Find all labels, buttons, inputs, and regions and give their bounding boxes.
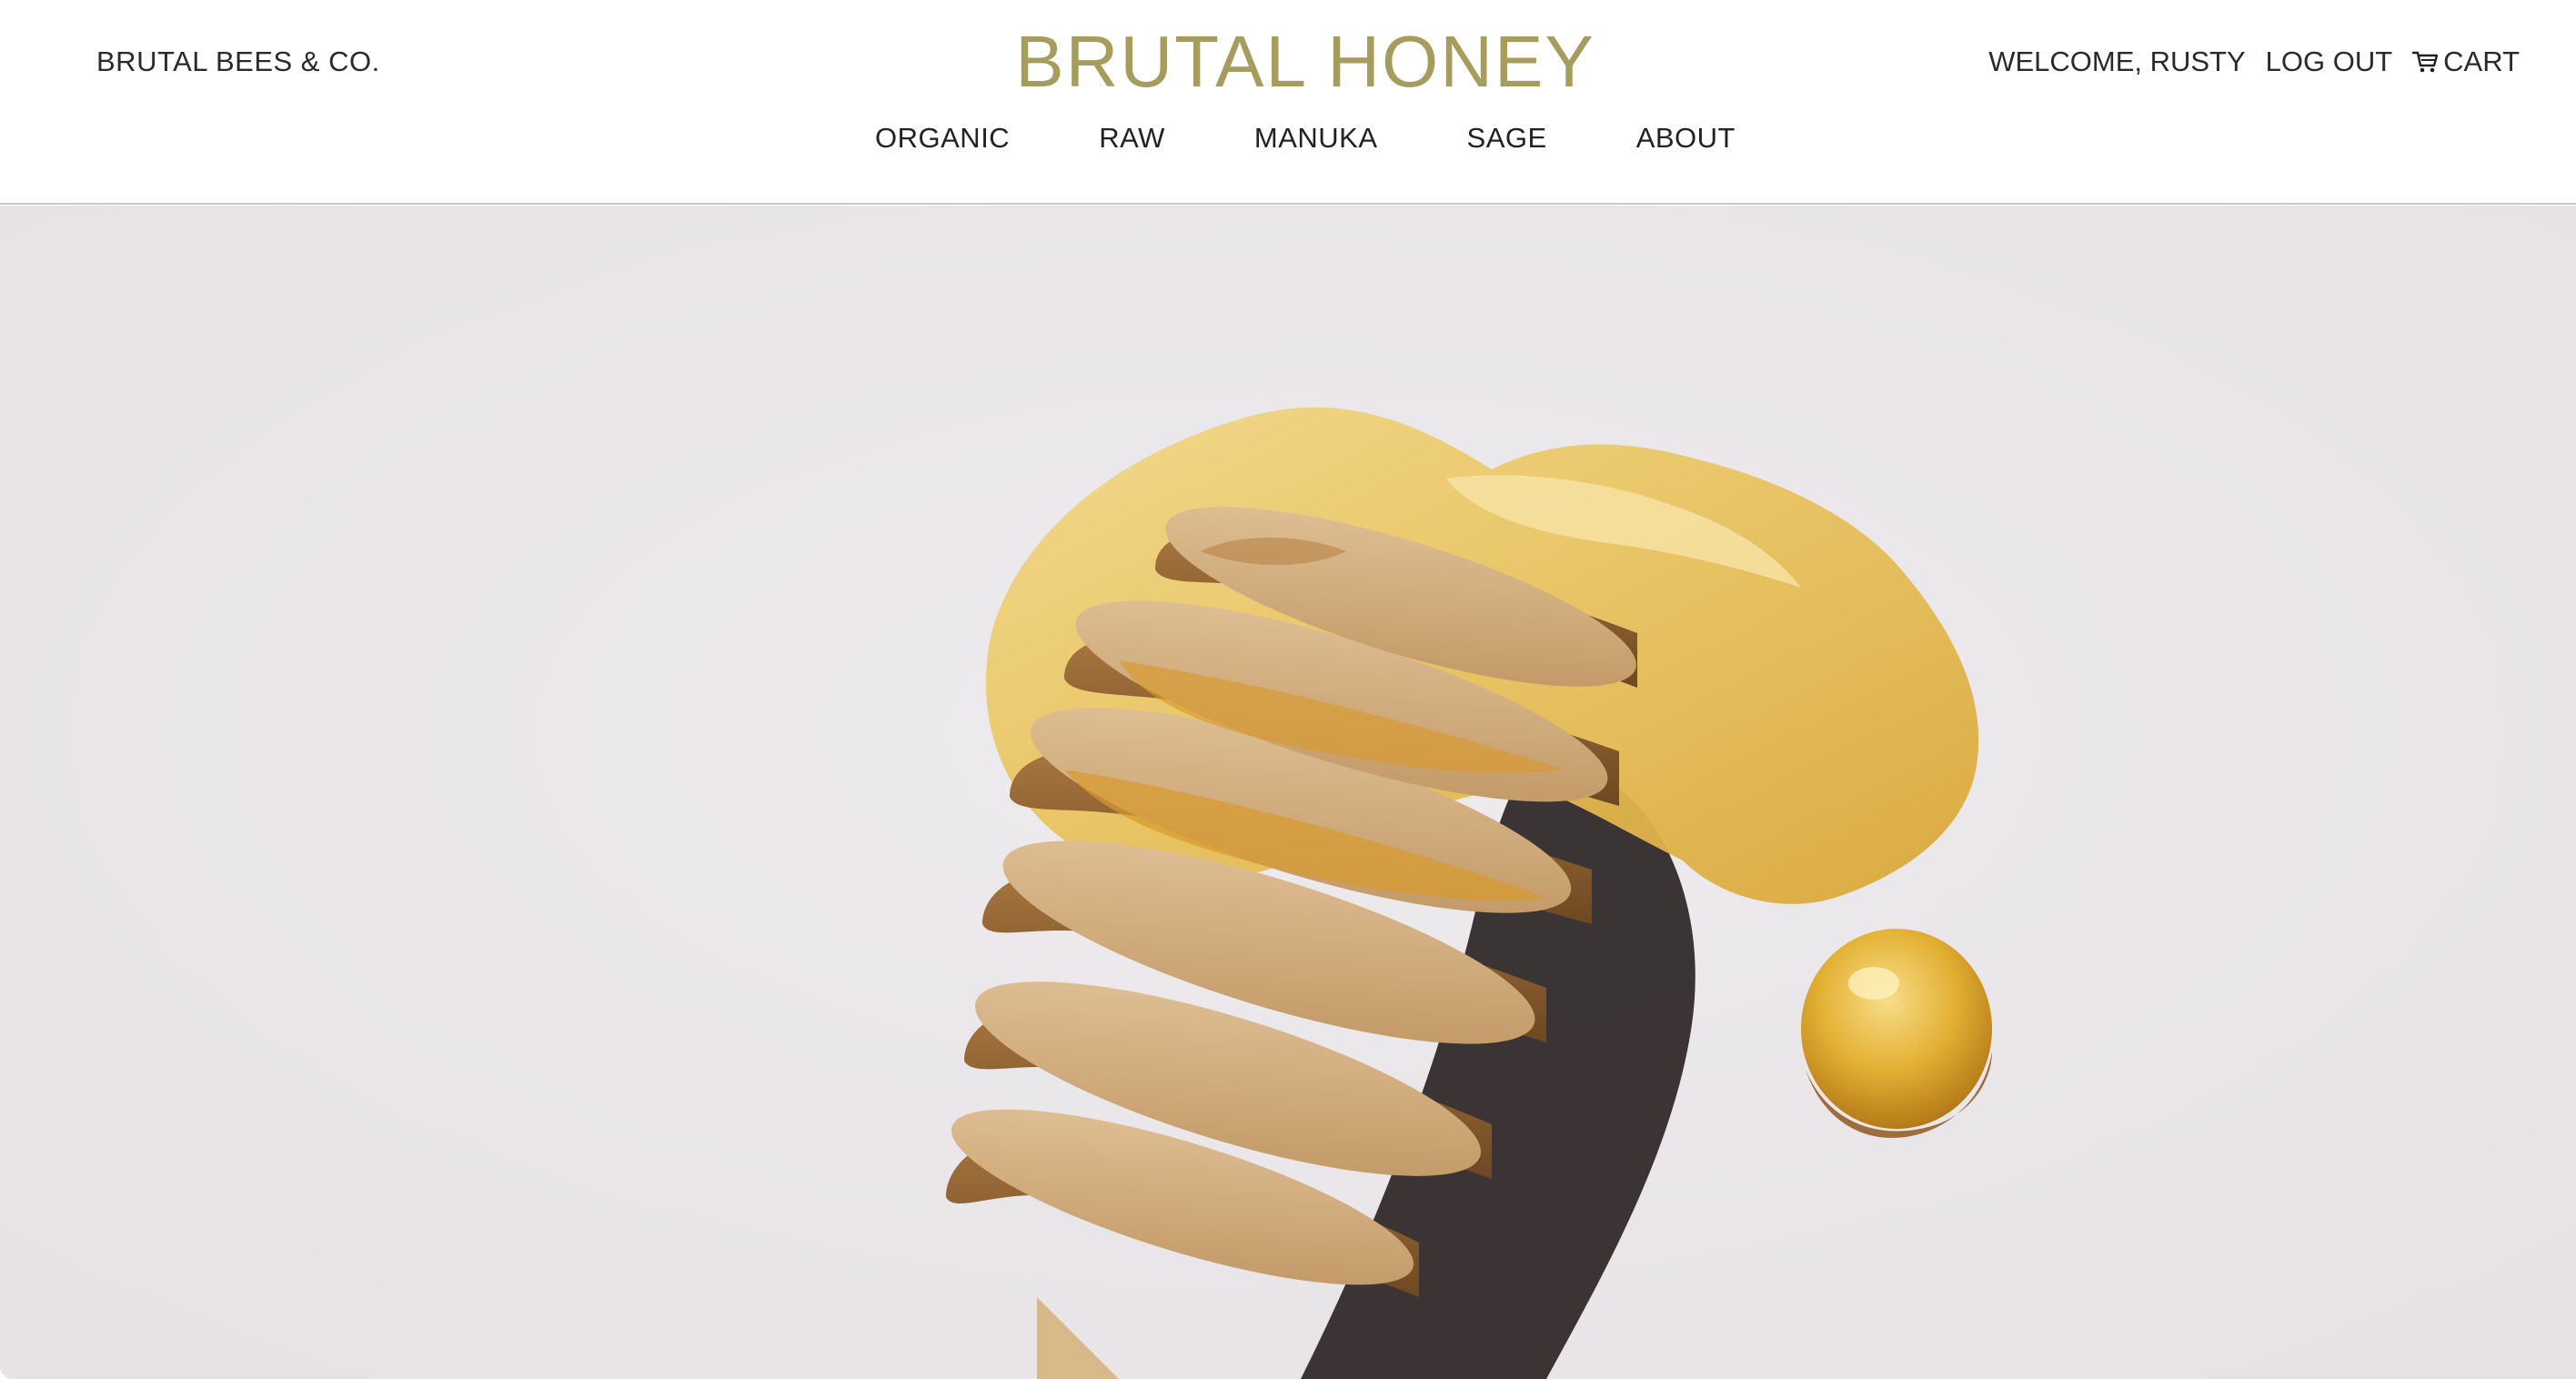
main-nav: ORGANIC RAW MANUKA SAGE ABOUT	[0, 122, 2576, 155]
welcome-text: WELCOME, RUSTY	[1988, 45, 2246, 77]
cart-link[interactable]: CART	[2412, 45, 2520, 78]
site-header: BRUTAL BEES & CO. BRUTAL HONEY WELCOME, …	[0, 0, 2576, 205]
nav-item-organic[interactable]: ORGANIC	[875, 122, 1010, 155]
hero-banner	[0, 206, 2576, 1379]
user-nav: WELCOME, RUSTY LOG OUT CART	[1988, 45, 2520, 78]
honey-dipper-image	[0, 206, 2576, 1379]
cart-label: CART	[2443, 45, 2520, 77]
nav-item-manuka[interactable]: MANUKA	[1254, 122, 1378, 155]
cart-icon	[2412, 50, 2439, 74]
nav-item-sage[interactable]: SAGE	[1467, 122, 1547, 155]
nav-item-about[interactable]: ABOUT	[1636, 122, 1736, 155]
logout-link[interactable]: LOG OUT	[2266, 45, 2393, 78]
nav-item-raw[interactable]: RAW	[1099, 122, 1165, 155]
